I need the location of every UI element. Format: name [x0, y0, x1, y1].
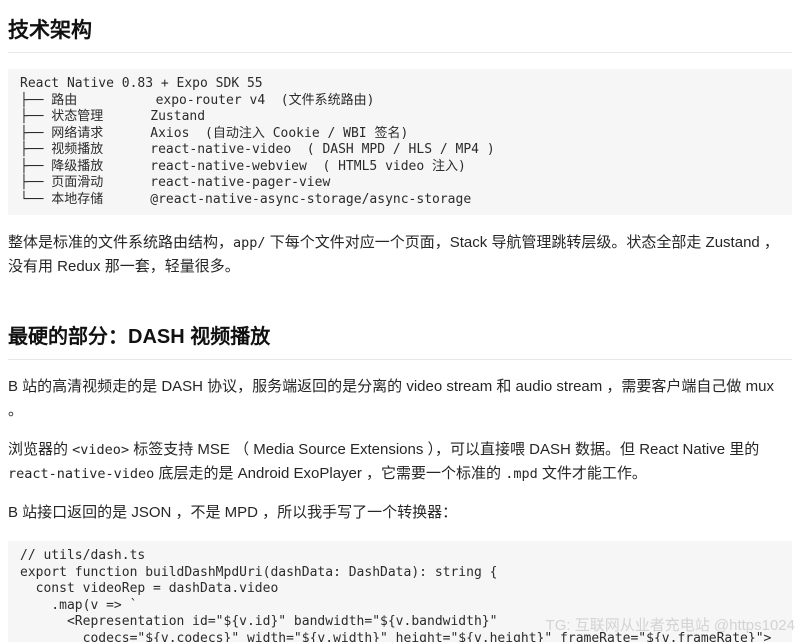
paragraph-routing: 整体是标准的文件系统路由结构，app/ 下每个文件对应一个页面，Stack 导航… — [8, 231, 792, 279]
inline-code: <video> — [72, 442, 129, 458]
inline-code: react-native-video — [8, 466, 154, 482]
inline-code: app/ — [233, 235, 266, 251]
section-heading-architecture: 技术架构 — [8, 0, 792, 53]
paragraph-mse-exoplayer: 浏览器的 <video> 标签支持 MSE （ Media Source Ext… — [8, 438, 792, 486]
paragraph-converter-intro: B 站接口返回的是 JSON ，不是 MPD ，所以我手写了一个转换器： — [8, 501, 792, 525]
section-heading-dash: 最硬的部分：DASH 视频播放 — [8, 325, 792, 360]
paragraph-dash-protocol: B 站的高清视频走的是 DASH 协议，服务端返回的是分离的 video str… — [8, 375, 792, 423]
code-block-dash-converter: // utils/dash.ts export function buildDa… — [8, 541, 792, 642]
code-block-tech-stack: React Native 0.83 + Expo SDK 55 ├── 路由 e… — [8, 69, 792, 215]
document-page: { "article": { "heading_architecture": "… — [0, 0, 800, 642]
article: 技术架构 React Native 0.83 + Expo SDK 55 ├──… — [8, 0, 792, 642]
inline-code: .mpd — [505, 466, 538, 482]
